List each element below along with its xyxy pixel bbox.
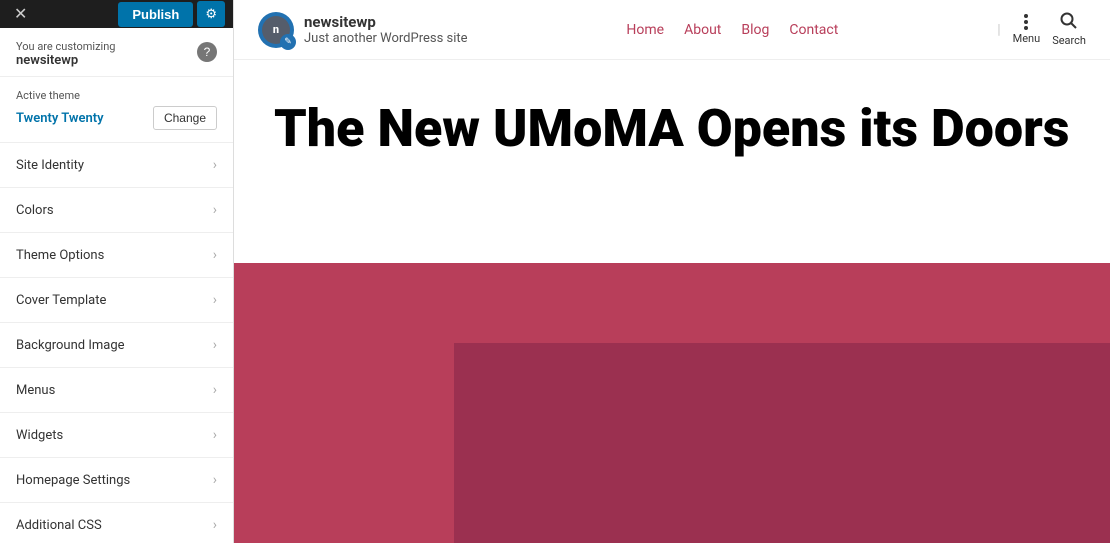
- preview-content: The New UMoMA Opens its Doors: [234, 60, 1110, 543]
- chevron-icon: ›: [213, 382, 217, 398]
- top-bar: ✕ Publish ⚙: [0, 0, 233, 28]
- primary-nav: Home About Blog Contact: [626, 22, 838, 38]
- hero-cover-inner: [454, 343, 1110, 543]
- menu-item-additional-css[interactable]: Additional CSS ›: [0, 503, 233, 543]
- search-label: Search: [1052, 34, 1086, 47]
- menu-dots-icon: [1024, 14, 1028, 30]
- menu-item-cover-template[interactable]: Cover Template ›: [0, 278, 233, 323]
- active-theme-section: Active theme Twenty Twenty Change: [0, 77, 233, 143]
- search-icon-button[interactable]: Search: [1052, 12, 1086, 47]
- nav-blog[interactable]: Blog: [741, 22, 769, 38]
- hero-cover-section: [234, 263, 1110, 543]
- site-tagline: Just another WordPress site: [304, 31, 468, 46]
- change-theme-button[interactable]: Change: [153, 106, 217, 130]
- menu-item-colors[interactable]: Colors ›: [0, 188, 233, 233]
- nav-contact[interactable]: Contact: [789, 22, 838, 38]
- chevron-icon: ›: [213, 472, 217, 488]
- chevron-icon: ›: [213, 202, 217, 218]
- menu-item-site-identity[interactable]: Site Identity ›: [0, 143, 233, 188]
- menu-item-menus[interactable]: Menus ›: [0, 368, 233, 413]
- menu-icon-label: Menu: [1013, 32, 1041, 45]
- help-button[interactable]: ?: [197, 42, 217, 62]
- chevron-icon: ›: [213, 247, 217, 263]
- settings-button[interactable]: ⚙: [197, 1, 225, 27]
- site-title: newsitewp: [304, 13, 468, 31]
- nav-about[interactable]: About: [684, 22, 721, 38]
- edit-pencil-icon: ✎: [280, 34, 296, 50]
- menu-icon-button[interactable]: Menu: [1013, 14, 1041, 45]
- nav-right: | Menu Search: [997, 12, 1086, 47]
- customizing-info: You are customizing newsitewp ?: [0, 28, 233, 77]
- chevron-icon: ›: [213, 427, 217, 443]
- publish-button[interactable]: Publish: [118, 2, 193, 27]
- chevron-icon: ›: [213, 517, 217, 533]
- close-button[interactable]: ✕: [8, 0, 33, 28]
- chevron-icon: ›: [213, 292, 217, 308]
- nav-home[interactable]: Home: [626, 22, 664, 38]
- chevron-icon: ›: [213, 157, 217, 173]
- theme-name: Twenty Twenty: [16, 111, 104, 126]
- menu-item-widgets[interactable]: Widgets ›: [0, 413, 233, 458]
- customizer-menu: Site Identity › Colors › Theme Options ›…: [0, 143, 233, 543]
- customizer-sidebar: ✕ Publish ⚙ You are customizing newsitew…: [0, 0, 234, 543]
- menu-item-homepage-settings[interactable]: Homepage Settings ›: [0, 458, 233, 503]
- search-icon: [1060, 12, 1078, 30]
- site-logo: n ✎: [258, 12, 294, 48]
- chevron-icon: ›: [213, 337, 217, 353]
- active-theme-label: Active theme: [16, 89, 217, 102]
- site-header: n ✎ newsitewp Just another WordPress sit…: [234, 0, 1110, 60]
- customizing-label: You are customizing: [16, 40, 115, 53]
- menu-item-background-image[interactable]: Background Image ›: [0, 323, 233, 368]
- preview-area: n ✎ newsitewp Just another WordPress sit…: [234, 0, 1110, 543]
- customizing-site: newsitewp: [16, 53, 115, 68]
- hero-title: The New UMoMA Opens its Doors: [234, 60, 1110, 177]
- menu-item-theme-options[interactable]: Theme Options ›: [0, 233, 233, 278]
